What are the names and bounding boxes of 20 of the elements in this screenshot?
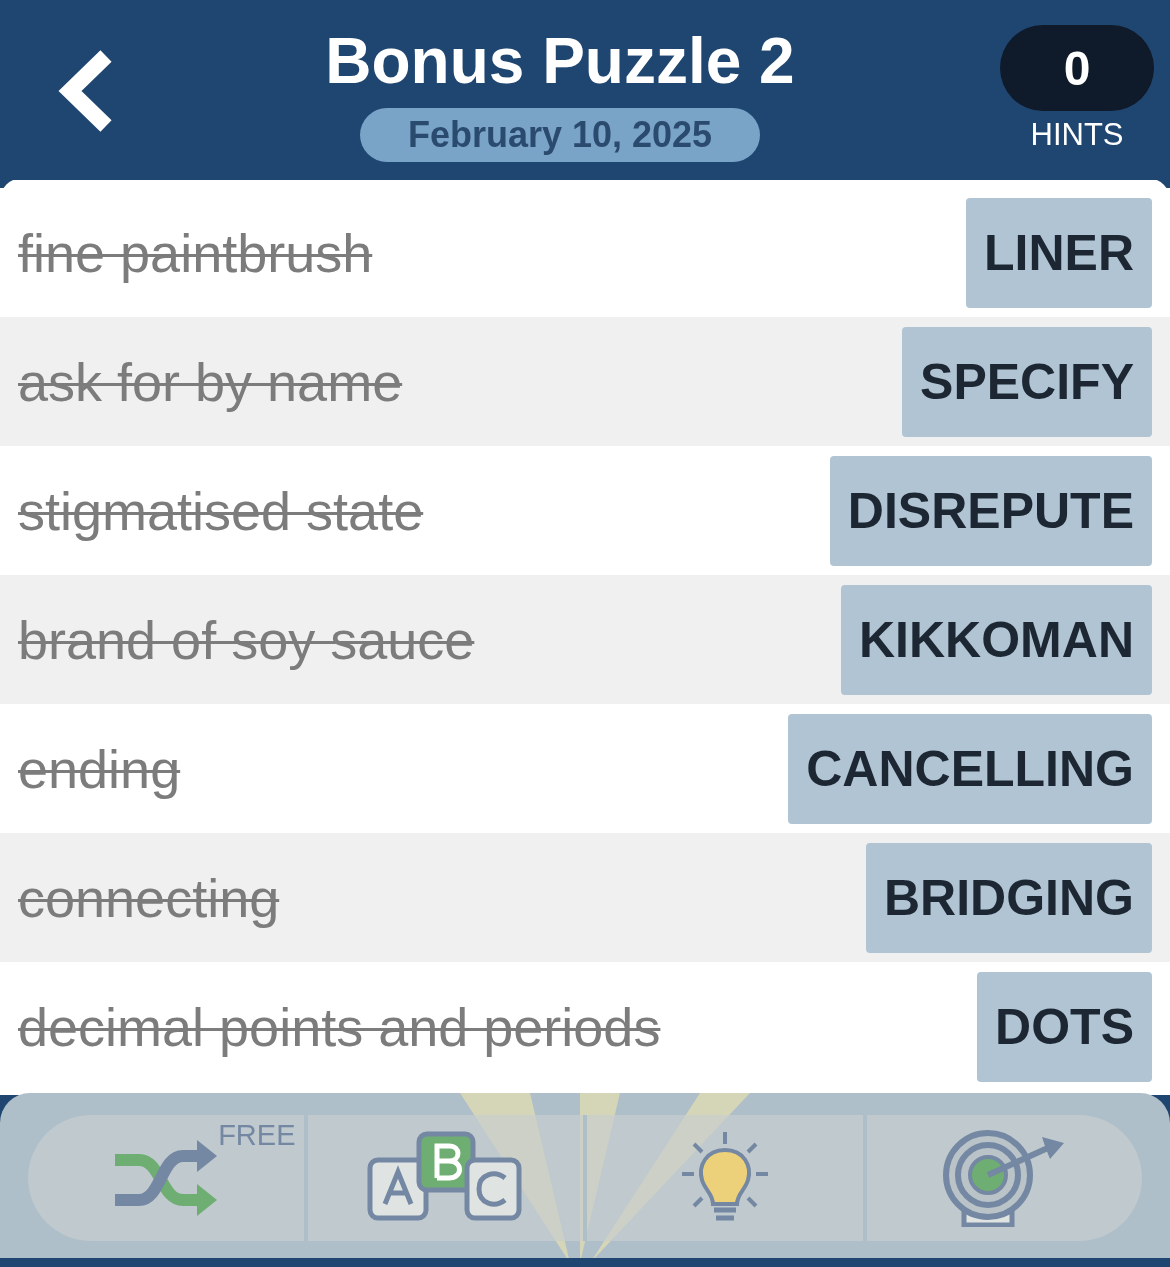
free-label: FREE [218,1119,296,1152]
clue-text: ending [18,737,181,800]
clue-text: stigmatised state [18,479,424,542]
date-pill: February 10, 2025 [359,108,761,162]
clue-text: decimal points and periods [18,995,661,1058]
clue-text: connecting [18,866,280,929]
answer-tile: BRIDGING [866,842,1152,953]
hints-counter[interactable]: 0 [1000,25,1154,111]
target-icon [942,1129,1067,1227]
hints-label: HINTS [1030,117,1124,153]
answer-tile: DOTS [977,971,1152,1082]
answer-tile: CANCELLING [788,713,1152,824]
puzzle-title: Bonus Puzzle 2 [325,24,795,98]
answer-tile: LINER [966,197,1152,308]
answer-tile: SPECIFY [902,326,1152,437]
clue-text: fine paintbrush [18,221,373,284]
clue-text: ask for by name [18,350,403,413]
answer-tile: KIKKOMAN [841,584,1152,695]
clue-text: brand of soy sauce [18,608,475,671]
answer-tile: DISREPUTE [829,455,1152,566]
